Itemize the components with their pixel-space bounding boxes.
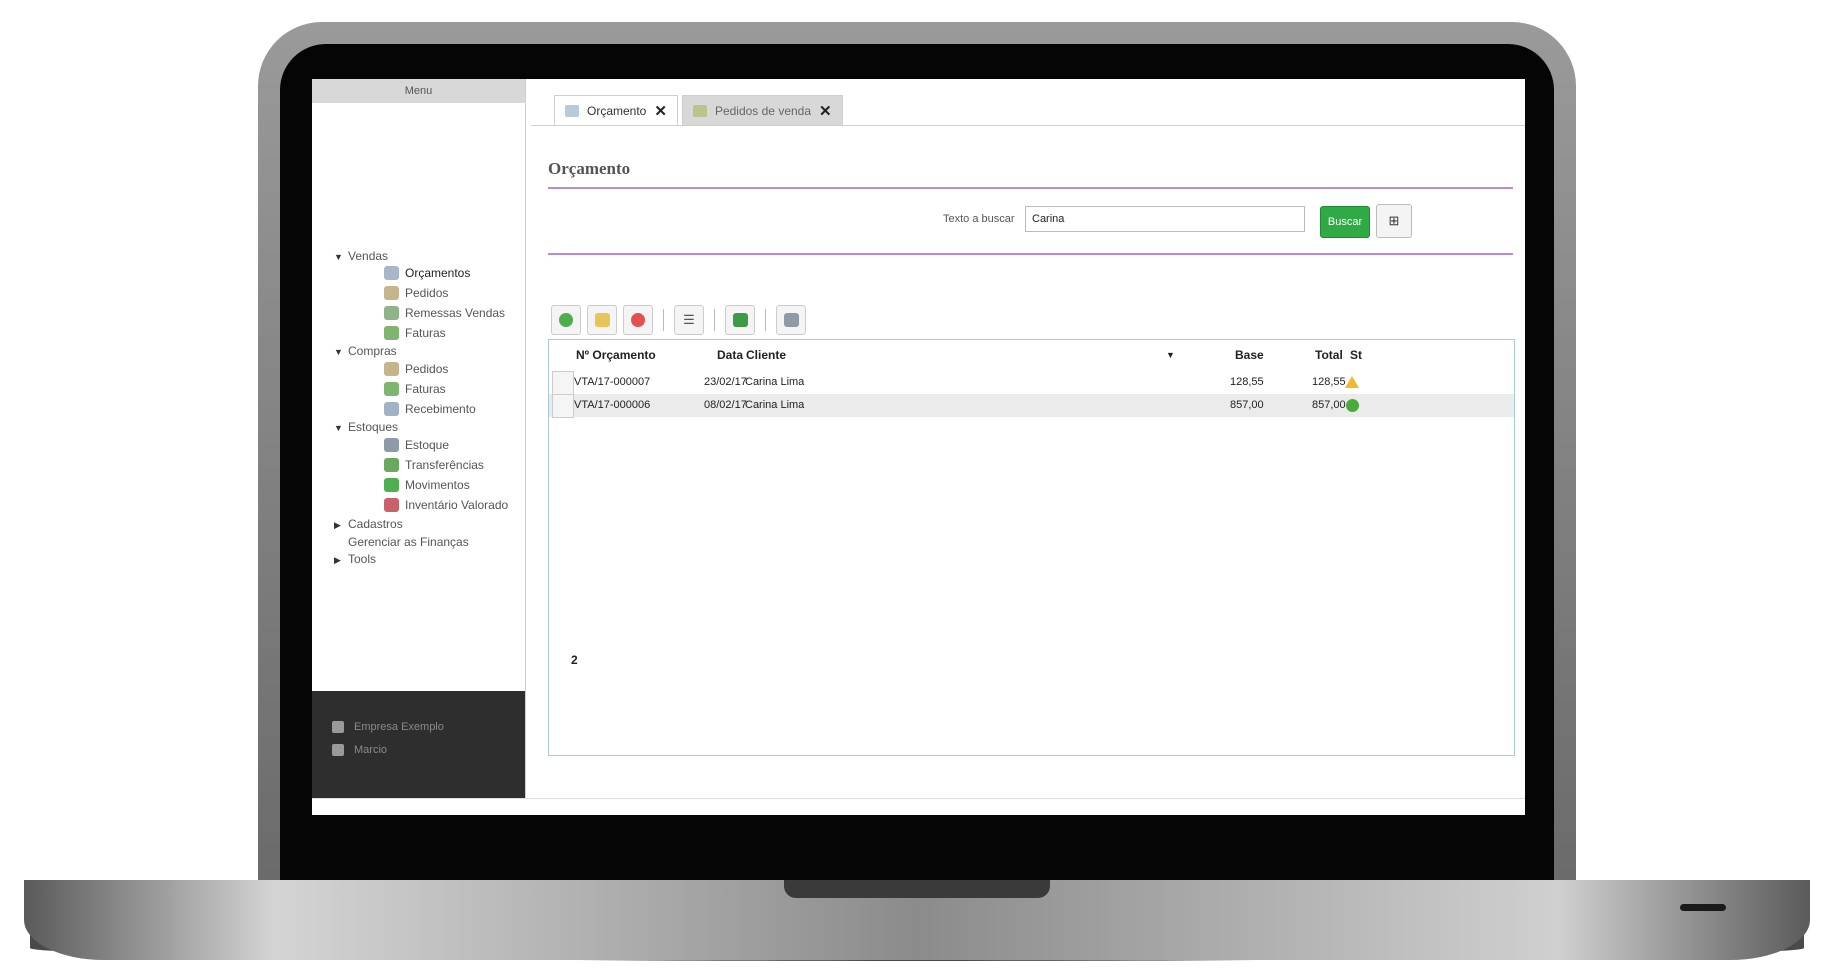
header-base[interactable]: Base [1235, 340, 1264, 370]
sidebar-item-transferencias[interactable]: Transferências [384, 458, 484, 472]
table-row[interactable]: VTA/17-000006 08/02/17 Carina Lima 857,0… [549, 394, 1514, 418]
search-label: Texto a buscar [943, 213, 1015, 225]
search-button[interactable]: Buscar [1320, 206, 1370, 238]
main-content: Orçamento ✕ Pedidos de venda ✕ Orçamento… [531, 79, 1525, 798]
title-divider [548, 187, 1513, 189]
order-icon [384, 362, 399, 376]
warning-icon [1345, 376, 1359, 388]
sidebar-menu: Menu ▼ Vendas Orçamentos Pedidos Remessas… [312, 79, 526, 798]
tab-pedidos-de-venda[interactable]: Pedidos de venda ✕ [681, 95, 843, 126]
edit-button[interactable] [587, 305, 617, 335]
header-numero[interactable]: Nº Orçamento [576, 340, 656, 370]
grid-toolbar: ☰ [551, 305, 806, 335]
expanded-triangle-icon: ▼ [334, 347, 343, 357]
close-icon[interactable]: ✕ [819, 102, 832, 120]
row-selector[interactable] [552, 371, 574, 395]
basket-icon [384, 266, 399, 280]
app-screen: Menu ▼ Vendas Orçamentos Pedidos Remessas… [312, 79, 1525, 815]
print-button[interactable] [776, 305, 806, 335]
binoculars-icon: ⊞ [1388, 213, 1400, 228]
sidebar-item-faturas-vendas[interactable]: Faturas [384, 326, 446, 340]
expanded-triangle-icon: ▼ [334, 252, 343, 262]
table-row[interactable]: VTA/17-000007 23/02/17 Carina Lima 128,5… [549, 371, 1514, 395]
toolbar-separator [714, 309, 715, 331]
toolbar-separator [663, 309, 664, 331]
sidebar-item-faturas-compras[interactable]: Faturas [384, 382, 446, 396]
receiving-icon [384, 402, 399, 416]
movements-icon [384, 478, 399, 492]
spreadsheet-icon [732, 313, 748, 327]
building-icon [332, 721, 344, 733]
page-title: Orçamento [548, 159, 631, 178]
add-icon [559, 313, 573, 327]
user-icon [332, 744, 344, 756]
search-divider [548, 253, 1513, 255]
sort-chevron-down-icon[interactable]: ▼ [1166, 340, 1175, 370]
menu-group-cadastros[interactable]: ▶ Cadastros [334, 517, 403, 531]
menu-group-tools[interactable]: ▶ Tools [334, 552, 376, 566]
check-circle-icon [1346, 399, 1359, 412]
tab-bar: Orçamento ✕ Pedidos de venda ✕ [554, 95, 843, 126]
header-total[interactable]: Total [1315, 340, 1343, 370]
order-icon [384, 286, 399, 300]
sidebar-item-remessas-vendas[interactable]: Remessas Vendas [384, 306, 505, 320]
add-button[interactable] [551, 305, 581, 335]
sidebar-footer: Empresa Exemplo Marcio [312, 691, 525, 798]
header-data[interactable]: Data [717, 340, 743, 370]
expanded-triangle-icon: ▼ [334, 423, 343, 433]
collapsed-triangle-icon: ▶ [334, 520, 341, 530]
edit-icon [594, 313, 610, 327]
warehouse-icon [384, 438, 399, 452]
sidebar-item-movimentos[interactable]: Movimentos [384, 478, 470, 492]
grid-header: Nº Orçamento Data Cliente ▼ Base Total S… [549, 340, 1514, 370]
sidebar-item-recebimento[interactable]: Recebimento [384, 402, 476, 416]
laptop-slot [1680, 904, 1726, 911]
inventory-icon [384, 498, 399, 512]
sidebar-item-pedidos-vendas[interactable]: Pedidos [384, 286, 448, 300]
menu-group-compras[interactable]: ▼ Compras [334, 344, 397, 358]
sidebar-header: Menu [312, 79, 525, 103]
delete-button[interactable] [623, 305, 653, 335]
header-cliente[interactable]: Cliente [746, 340, 786, 370]
list-icon: ☰ [683, 312, 695, 327]
status-bar [312, 798, 1525, 815]
sidebar-item-estoque[interactable]: Estoque [384, 438, 449, 452]
transfer-icon [384, 458, 399, 472]
sidebar-item-pedidos-compras[interactable]: Pedidos [384, 362, 448, 376]
record-count: 2 [571, 653, 578, 667]
row-selector[interactable] [552, 394, 574, 418]
laptop-notch [784, 880, 1050, 898]
delete-icon [631, 313, 645, 327]
close-icon[interactable]: ✕ [654, 102, 667, 120]
menu-group-vendas[interactable]: ▼ Vendas [334, 249, 388, 263]
invoice-icon [384, 382, 399, 396]
list-button[interactable]: ☰ [674, 305, 704, 335]
collapsed-triangle-icon: ▶ [334, 555, 341, 565]
menu-group-estoques[interactable]: ▼ Estoques [334, 420, 398, 434]
export-button[interactable] [725, 305, 755, 335]
orcamentos-grid: Nº Orçamento Data Cliente ▼ Base Total S… [548, 339, 1515, 756]
sidebar-item-orcamentos[interactable]: Orçamentos [384, 266, 470, 280]
sidebar-item-inventario-valorado[interactable]: Inventário Valorado [384, 498, 508, 512]
tab-divider [531, 125, 1525, 126]
user-item[interactable]: Marcio [332, 744, 387, 756]
shipment-icon [384, 306, 399, 320]
basket-icon [565, 105, 579, 117]
search-input[interactable] [1025, 206, 1305, 232]
header-status[interactable]: St [1350, 340, 1362, 370]
toolbar-separator [765, 309, 766, 331]
order-icon [692, 105, 707, 117]
menu-item-gerenciar-financas[interactable]: Gerenciar as Finanças [348, 535, 469, 549]
printer-icon [783, 313, 799, 327]
tab-orcamento[interactable]: Orçamento ✕ [554, 95, 678, 126]
company-item[interactable]: Empresa Exemplo [332, 721, 444, 733]
invoice-icon [384, 326, 399, 340]
binoculars-button[interactable]: ⊞ [1376, 204, 1412, 238]
